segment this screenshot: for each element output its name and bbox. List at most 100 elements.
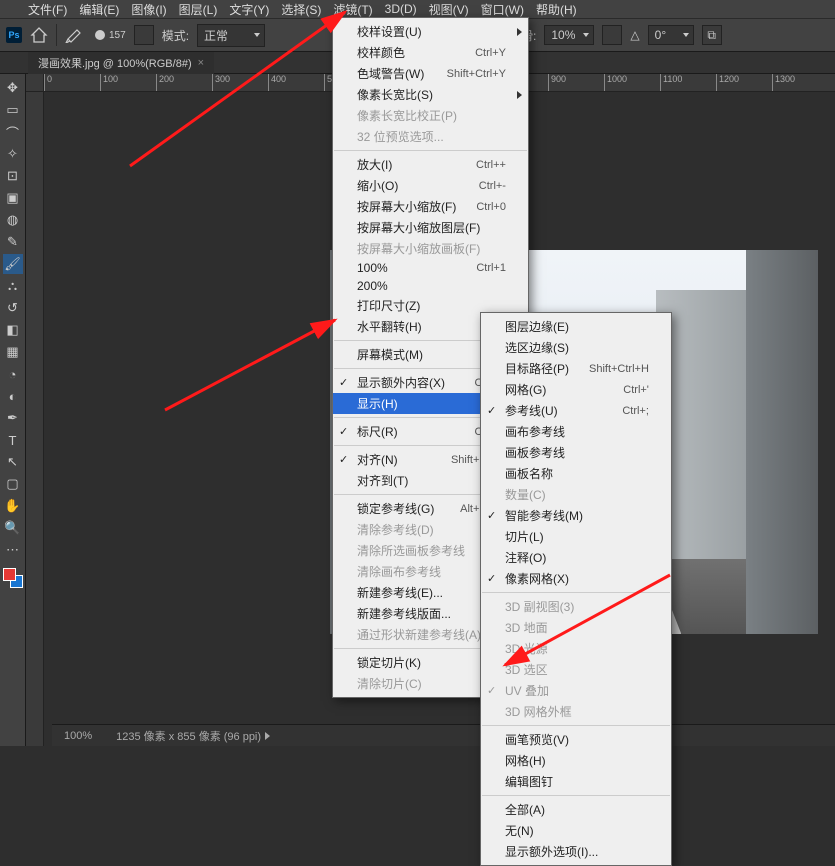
menu-item-label: 编辑图钉 (505, 773, 553, 790)
blur-tool[interactable]: ◔ (3, 364, 23, 384)
menu-item[interactable]: 全部(A) (481, 799, 671, 820)
frame-tool[interactable]: ▣ (3, 188, 23, 208)
menu-item-shortcut: Ctrl++ (456, 159, 506, 171)
menu-item[interactable]: 显示额外选项(I)... (481, 841, 671, 862)
ruler-tick: 1100 (660, 74, 716, 91)
menu-item-shortcut: Ctrl+' (603, 384, 649, 396)
menu-item[interactable]: 选区边缘(S) (481, 337, 671, 358)
annotation-arrow-3 (490, 565, 685, 678)
lasso-tool[interactable]: ⌒ (3, 122, 23, 142)
brush-dot-icon (95, 30, 105, 40)
menu-item-label: 显示额外内容(X) (357, 374, 445, 391)
stamp-tool[interactable]: ⛬ (3, 276, 23, 296)
rectangle-tool[interactable]: ▢ (3, 474, 23, 494)
menu-item[interactable]: 100% Ctrl+1 (333, 259, 528, 277)
menu-item-label: 注释(O) (505, 549, 546, 566)
menu-item[interactable]: 目标路径(P)Shift+Ctrl+H (481, 358, 671, 379)
smooth-settings-icon[interactable] (602, 25, 622, 45)
menu-item[interactable]: 200% (333, 277, 528, 295)
menu-item-label: 锁定切片(K) (357, 654, 421, 671)
type-tool[interactable]: T (3, 430, 23, 450)
menu-item[interactable]: 图层边缘(E) (481, 316, 671, 337)
menu-item-label: 画笔预览(V) (505, 731, 569, 748)
menu-item-label: 清除参考线(D) (357, 521, 434, 538)
zoom-tool[interactable]: 🔍 (3, 518, 23, 538)
menu-item-label: 通过形状新建参考线(A) (357, 626, 481, 643)
gradient-tool[interactable]: ▦ (3, 342, 23, 362)
color-swatch[interactable] (3, 568, 23, 588)
mb-view[interactable]: 视图(V) (423, 1, 475, 18)
menu-item[interactable]: 画板名称 (481, 463, 671, 484)
eraser-tool[interactable]: ◧ (3, 320, 23, 340)
home-icon[interactable] (30, 26, 48, 44)
healing-brush-tool[interactable]: ✎ (3, 232, 23, 252)
menu-item-label: 智能参考线(M) (505, 507, 583, 524)
menu-item[interactable]: 画笔预览(V) (481, 729, 671, 750)
brush-tool[interactable]: 🖌 (3, 254, 23, 274)
pen-tool[interactable]: ✒ (3, 408, 23, 428)
move-tool[interactable]: ✥ (3, 78, 23, 98)
vertical-ruler[interactable] (26, 92, 44, 746)
menu-item[interactable]: 参考线(U)Ctrl+; (481, 400, 671, 421)
menu-item[interactable]: 网格(H) (481, 750, 671, 771)
menu-item: 3D 网格外框 (481, 701, 671, 722)
menu-item-label: 清除切片(C) (357, 675, 422, 692)
ruler-origin[interactable] (26, 74, 44, 92)
status-zoom[interactable]: 100% (64, 730, 92, 742)
menu-item-label: 100% (357, 261, 388, 275)
menu-item[interactable]: 画板参考线 (481, 442, 671, 463)
menu-item-label: 3D 网格外框 (505, 703, 572, 720)
menu-item[interactable]: 网格(G) Ctrl+' (481, 379, 671, 400)
menu-item-label: 屏幕模式(M) (357, 346, 423, 363)
menu-item-shortcut: Ctrl+1 (456, 262, 506, 274)
menu-item[interactable]: 无(N) (481, 820, 671, 841)
magic-wand-tool[interactable]: ✧ (3, 144, 23, 164)
menu-item-label: 目标路径(P) (505, 360, 569, 377)
menu-item-label: 按屏幕大小缩放图层(F) (357, 219, 480, 236)
mb-file[interactable]: 文件(F) (22, 1, 73, 18)
menu-item-label: 网格(G) (505, 381, 546, 398)
menu-item-label: 32 位预览选项... (357, 128, 444, 145)
menu-item[interactable]: 按屏幕大小缩放图层(F) (333, 217, 528, 238)
menu-item-shortcut: Shift+Ctrl+H (569, 363, 649, 375)
angle-dropdown[interactable]: 0° (648, 25, 694, 45)
menu-item-label: 打印尺寸(Z) (357, 297, 420, 314)
mb-3d[interactable]: 3D(D) (379, 2, 423, 16)
annotation-arrow-2 (155, 310, 350, 423)
eyedropper-tool[interactable]: ◍ (3, 210, 23, 230)
dodge-tool[interactable]: ◐ (3, 386, 23, 406)
menu-item-label: 切片(L) (505, 528, 544, 545)
hand-tool[interactable]: ✋ (3, 496, 23, 516)
menu-item-label: 选区边缘(S) (505, 339, 569, 356)
menu-item[interactable]: 智能参考线(M) (481, 505, 671, 526)
mb-edit[interactable]: 编辑(E) (73, 1, 125, 18)
menu-item-label: 无(N) (505, 822, 534, 839)
menu-item-label: UV 叠加 (505, 682, 549, 699)
menu-item: 按屏幕大小缩放画板(F) (333, 238, 528, 259)
menu-separator (482, 795, 670, 796)
crop-tool[interactable]: ⊡ (3, 166, 23, 186)
fg-color-swatch[interactable] (3, 568, 16, 581)
menu-item[interactable]: 按屏幕大小缩放(F)Ctrl+0 (333, 196, 528, 217)
mb-help[interactable]: 帮助(H) (530, 1, 583, 18)
marquee-tool[interactable]: ▭ (3, 100, 23, 120)
menu-item-label: 清除画布参考线 (357, 563, 441, 580)
menu-item-label: 清除所选画板参考线 (357, 542, 465, 559)
status-doc-info[interactable]: 1235 像素 x 855 像素 (96 ppi) (116, 728, 270, 744)
menu-item-label: 标尺(R) (357, 423, 398, 440)
brush-tool-icon[interactable] (65, 27, 87, 43)
history-brush-tool[interactable]: ↺ (3, 298, 23, 318)
symmetry-icon[interactable]: ⧉ (702, 25, 722, 45)
angle-label: △ (630, 28, 639, 42)
smooth-dropdown[interactable]: 10% (544, 25, 594, 45)
menu-item-label: 对齐到(T) (357, 472, 408, 489)
edit-toolbar[interactable]: ⋯ (3, 540, 23, 560)
menu-item-label: 网格(H) (505, 752, 546, 769)
mb-window[interactable]: 窗口(W) (475, 1, 530, 18)
ruler-tick: 1200 (716, 74, 772, 91)
menu-item[interactable]: 画布参考线 (481, 421, 671, 442)
path-select-tool[interactable]: ↖ (3, 452, 23, 472)
menu-item-label: 显示(H) (357, 395, 398, 412)
menu-item[interactable]: 切片(L) (481, 526, 671, 547)
menu-item[interactable]: 编辑图钉 (481, 771, 671, 792)
